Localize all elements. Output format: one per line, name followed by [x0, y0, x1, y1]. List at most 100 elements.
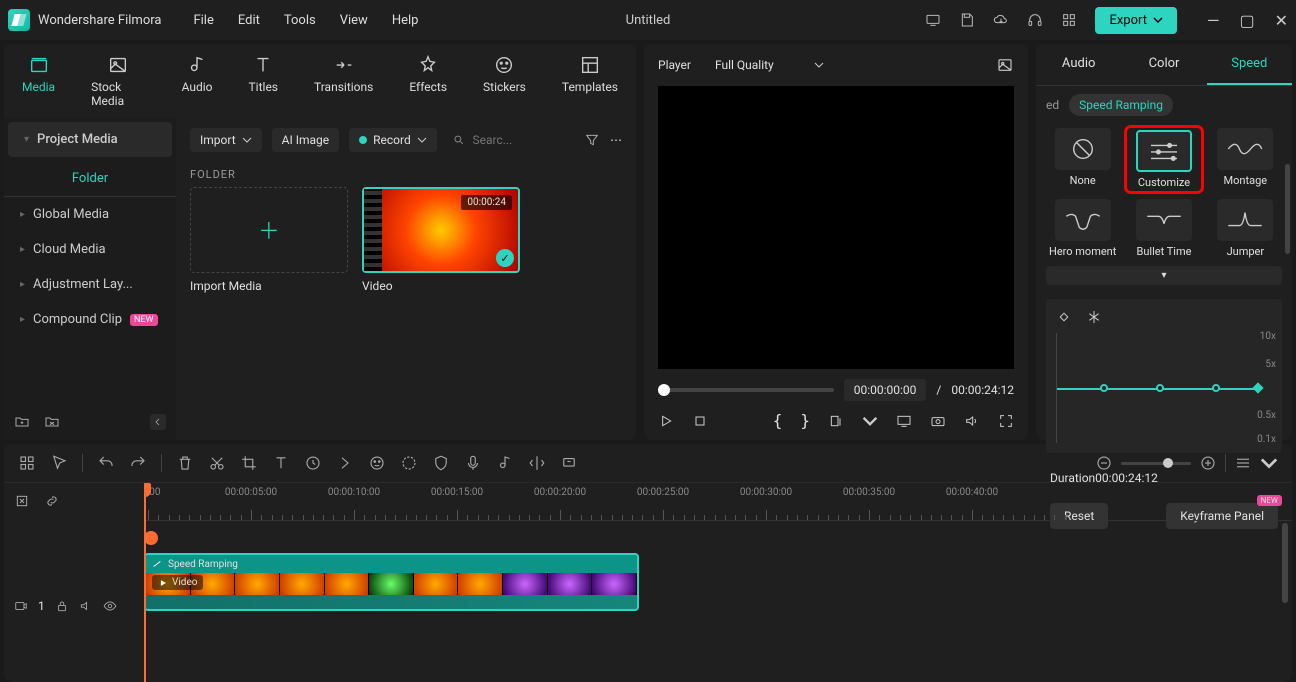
expand-presets[interactable]: ▾ — [1046, 266, 1282, 285]
zoom-slider[interactable] — [1121, 462, 1191, 465]
text-icon[interactable] — [272, 454, 290, 472]
delete-folder-icon[interactable] — [44, 414, 60, 430]
ramp-node[interactable] — [1212, 384, 1220, 392]
cut-icon[interactable] — [208, 454, 226, 472]
mark-in-button[interactable]: { — [773, 411, 783, 430]
volume-icon[interactable] — [964, 413, 980, 429]
record-button[interactable]: Record — [349, 128, 437, 152]
tab-stock-media[interactable]: Stock Media — [73, 50, 164, 112]
tab-templates[interactable]: Templates — [544, 50, 636, 112]
mic-icon[interactable] — [464, 454, 482, 472]
marker-icon[interactable] — [560, 454, 578, 472]
stop-button[interactable] — [692, 413, 708, 429]
camera-icon[interactable] — [930, 413, 946, 429]
menu-view[interactable]: View — [340, 13, 368, 28]
split-icon[interactable] — [528, 454, 546, 472]
chevron-down-icon[interactable] — [862, 413, 878, 429]
cursor-icon[interactable] — [50, 454, 68, 472]
delete-icon[interactable] — [176, 454, 194, 472]
ramp-end-node[interactable] — [1252, 382, 1263, 393]
apps-icon[interactable] — [1061, 12, 1077, 28]
search-input[interactable] — [472, 133, 574, 147]
sidebar-project-media[interactable]: ▾Project Media — [8, 122, 172, 157]
redo-icon[interactable] — [129, 454, 147, 472]
collapse-sidebar-icon[interactable] — [150, 414, 166, 430]
video-clip[interactable]: Speed Ramping Video — [144, 553, 639, 611]
tab-titles[interactable]: Titles — [231, 50, 296, 112]
fullscreen-icon[interactable] — [998, 413, 1014, 429]
preset-bullet-time[interactable]: Bullet Time — [1127, 199, 1200, 258]
ai-image-button[interactable]: AI Image — [272, 128, 339, 152]
visibility-icon[interactable] — [103, 599, 117, 613]
sub-tab-trail[interactable]: ed — [1046, 98, 1059, 112]
filter-icon[interactable] — [584, 132, 600, 148]
sidebar-adjustment-layer[interactable]: ▸Adjustment Lay... — [4, 267, 176, 302]
play-button[interactable] — [658, 413, 674, 429]
more-tools-icon[interactable] — [336, 454, 354, 472]
export-button[interactable]: Export — [1095, 7, 1177, 34]
playhead[interactable] — [144, 483, 146, 682]
lock-icon[interactable] — [55, 599, 69, 613]
cloud-icon[interactable] — [993, 12, 1009, 28]
import-media-tile[interactable]: + Import Media — [190, 187, 348, 293]
tab-stickers[interactable]: Stickers — [465, 50, 544, 112]
quality-select[interactable]: Full Quality — [705, 54, 834, 76]
ai-icon[interactable] — [368, 454, 386, 472]
keyframe-toggle-icon[interactable] — [1056, 309, 1072, 325]
screen-icon[interactable] — [925, 12, 941, 28]
save-icon[interactable] — [959, 12, 975, 28]
shield-icon[interactable] — [432, 454, 450, 472]
ramp-graph[interactable]: 10x 5x 0.5x 0.1x — [1056, 333, 1272, 443]
playhead-marker-icon[interactable] — [144, 531, 158, 545]
tab-audio[interactable]: Audio — [164, 50, 231, 112]
snapshot-icon[interactable] — [996, 56, 1014, 74]
more-icon[interactable]: ⋯ — [610, 133, 622, 147]
maximize-button[interactable]: ▢ — [1239, 11, 1254, 30]
crop-tool-icon[interactable] — [240, 454, 258, 472]
freeze-frame-icon[interactable] — [1086, 309, 1102, 325]
tab-audio-inspector[interactable]: Audio — [1036, 44, 1121, 85]
link-icon[interactable] — [44, 493, 60, 509]
sidebar-global-media[interactable]: ▸Global Media — [4, 197, 176, 232]
grid-icon[interactable] — [18, 454, 36, 472]
menu-tools[interactable]: Tools — [284, 13, 316, 28]
preset-jumper[interactable]: Jumper — [1209, 199, 1282, 258]
preset-montage[interactable]: Montage — [1209, 128, 1282, 191]
tab-color-inspector[interactable]: Color — [1121, 44, 1206, 85]
preset-none[interactable]: None — [1046, 128, 1119, 191]
undo-icon[interactable] — [97, 454, 115, 472]
scrollbar[interactable] — [1282, 523, 1288, 603]
tab-speed-inspector[interactable]: Speed — [1207, 44, 1292, 85]
menu-edit[interactable]: Edit — [238, 13, 260, 28]
sidebar-cloud-media[interactable]: ▸Cloud Media — [4, 232, 176, 267]
new-folder-icon[interactable] — [14, 414, 30, 430]
menu-help[interactable]: Help — [392, 13, 419, 28]
menu-file[interactable]: File — [193, 13, 213, 28]
minimize-button[interactable]: — — [1207, 11, 1220, 30]
scrubber[interactable]: 00:00:00:00 / 00:00:24:12 — [658, 379, 1014, 401]
import-button[interactable]: Import — [190, 128, 262, 152]
scrollbar[interactable] — [1285, 164, 1290, 254]
headphones-icon[interactable] — [1027, 12, 1043, 28]
tab-transitions[interactable]: Transitions — [296, 50, 391, 112]
tab-media[interactable]: Media — [4, 50, 73, 112]
ramp-node[interactable] — [1100, 384, 1108, 392]
sub-tab-speed-ramping[interactable]: Speed Ramping — [1069, 94, 1173, 116]
mute-icon[interactable] — [79, 599, 93, 613]
sidebar-folder[interactable]: Folder — [4, 161, 176, 197]
ruler[interactable]: 00:0000:00:05:0000:00:10:0000:00:15:0000… — [144, 483, 1292, 521]
speed-icon[interactable] — [304, 454, 322, 472]
color-wheel-icon[interactable] — [400, 454, 418, 472]
scrub-thumb[interactable] — [658, 384, 670, 396]
display-icon[interactable] — [896, 413, 912, 429]
timeline-tracks[interactable]: 00:0000:00:05:0000:00:10:0000:00:15:0000… — [144, 483, 1292, 682]
sidebar-compound-clip[interactable]: ▸Compound ClipNEW — [4, 302, 176, 337]
preset-customize[interactable]: Customize — [1127, 128, 1200, 191]
close-button[interactable]: ✕ — [1275, 11, 1288, 30]
fit-icon[interactable] — [14, 493, 30, 509]
music-icon[interactable] — [496, 454, 514, 472]
video-media-tile[interactable]: 00:00:24 ✓ Video — [362, 187, 520, 293]
preview-viewport[interactable] — [658, 86, 1014, 369]
mark-out-button[interactable]: } — [800, 411, 810, 430]
ramp-node[interactable] — [1156, 384, 1164, 392]
